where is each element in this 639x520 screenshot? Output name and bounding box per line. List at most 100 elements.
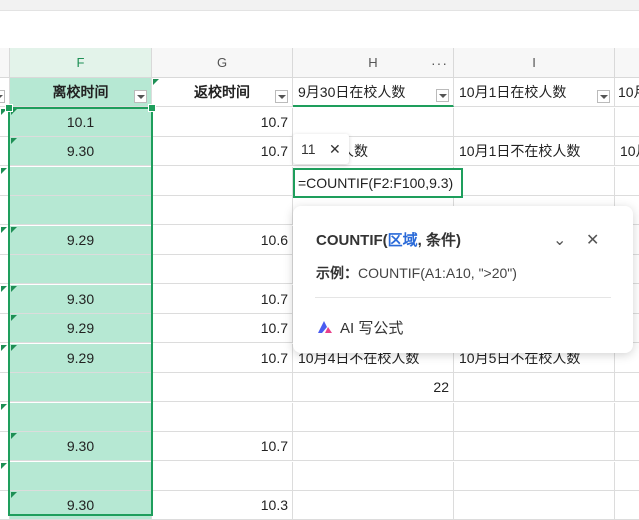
header-cell-i[interactable]: 10月1日在校人数 (454, 78, 615, 107)
cell-text: 9.29 (66, 320, 95, 336)
cell-g[interactable]: 10.7 (152, 343, 293, 373)
formula-editor[interactable]: =COUNTIF(F2:F100,9.3) (293, 168, 463, 198)
cell-g[interactable] (152, 402, 293, 432)
cell-g[interactable] (152, 255, 293, 284)
cell-text: 9.30 (66, 438, 95, 454)
example-text: COUNTIF(A1:A10, ">20") (358, 265, 517, 281)
cell-g[interactable] (152, 166, 293, 196)
comment-marker-icon (1, 344, 7, 351)
filter-dropdown-icon[interactable] (436, 89, 449, 102)
chevron-down-icon[interactable]: ⌄ (553, 230, 566, 250)
close-icon[interactable]: ✕ (586, 230, 599, 250)
cell-g[interactable]: 10.7 (152, 107, 293, 137)
cell-j[interactable] (615, 462, 639, 491)
column-header-j[interactable] (615, 48, 639, 78)
ai-formula-button[interactable]: AI 写公式 (316, 317, 403, 338)
column-header-e[interactable] (0, 48, 10, 78)
cell-f[interactable]: 10.1 (10, 107, 152, 137)
cell-i[interactable] (454, 166, 615, 196)
cell-text: 返校时间 (194, 84, 250, 100)
cell-e[interactable] (0, 402, 10, 432)
cell-f[interactable] (10, 373, 152, 402)
header-cell-h[interactable]: 9月30日在校人数 (293, 78, 454, 107)
comment-marker-icon (11, 285, 17, 292)
header-cell-j[interactable]: 10月 (615, 78, 639, 107)
cell-h[interactable]: 22 (293, 373, 454, 402)
cell-j[interactable] (615, 167, 639, 196)
cell-i[interactable]: 10月1日不在校人数 (454, 137, 615, 166)
cell-j[interactable] (615, 403, 639, 432)
cell-j[interactable]: 10月 (615, 137, 639, 166)
filter-dropdown-icon[interactable] (597, 90, 610, 103)
cell-h[interactable] (293, 107, 454, 137)
cell-f[interactable] (10, 255, 152, 284)
cell-j[interactable] (615, 108, 639, 137)
column-header-g[interactable]: G (152, 48, 293, 78)
cell-i[interactable] (454, 402, 615, 432)
cell-f[interactable] (10, 166, 152, 196)
argument-separator: , (417, 232, 427, 249)
function-name: COUNTIF( (316, 232, 388, 249)
close-icon[interactable]: ✕ (329, 134, 341, 164)
cell-e[interactable] (0, 166, 10, 196)
column-header-h[interactable]: H (293, 48, 454, 78)
cell-j[interactable] (615, 373, 639, 402)
cell-g[interactable]: 10.7 (152, 314, 293, 343)
cell-e[interactable] (0, 373, 10, 402)
cell-text: 10月 (618, 84, 639, 100)
cell-text: 10月1日不在校人数 (459, 143, 581, 159)
cell-e[interactable] (0, 255, 10, 284)
column-header-i[interactable]: I (454, 48, 615, 78)
cell-f[interactable]: 9.30 (10, 284, 152, 314)
cell-g[interactable] (152, 461, 293, 491)
ai-formula-label: AI 写公式 (340, 320, 404, 337)
filter-dropdown-icon[interactable] (275, 90, 288, 103)
cell-text: 10.7 (260, 290, 288, 307)
filter-dropdown-icon[interactable] (0, 90, 5, 103)
comment-marker-icon (11, 226, 17, 233)
cell-e[interactable] (0, 225, 10, 255)
cell-text: 9.30 (66, 497, 95, 513)
header-cell-e[interactable] (0, 78, 10, 107)
cell-g[interactable] (152, 196, 293, 225)
cell-h[interactable] (293, 402, 454, 432)
header-cell-f[interactable]: 离校时间 (10, 78, 152, 107)
cell-e[interactable] (0, 314, 10, 343)
cell-i[interactable] (454, 432, 615, 461)
cell-j[interactable] (615, 432, 639, 461)
cell-g[interactable]: 10.6 (152, 225, 293, 255)
cell-g[interactable]: 10.7 (152, 284, 293, 314)
cell-h[interactable] (293, 432, 454, 461)
cell-h[interactable] (293, 461, 454, 491)
filter-dropdown-icon[interactable] (134, 90, 147, 103)
cell-f[interactable] (10, 196, 152, 225)
cell-g[interactable] (152, 373, 293, 402)
cell-f[interactable] (10, 402, 152, 432)
cell-f[interactable]: 9.29 (10, 314, 152, 343)
more-icon[interactable]: ··· (431, 55, 448, 71)
cell-f[interactable]: 9.29 (10, 225, 152, 255)
cell-i[interactable] (454, 461, 615, 491)
header-cell-g[interactable]: 返校时间 (152, 78, 293, 107)
cell-g[interactable]: 10.7 (152, 137, 293, 166)
cell-text: 9.30 (66, 143, 95, 159)
cell-f[interactable]: 9.30 (10, 432, 152, 461)
cell-f[interactable]: 9.30 (10, 137, 152, 166)
cell-g[interactable]: 10.7 (152, 432, 293, 461)
cell-f[interactable] (10, 461, 152, 491)
selection-handle[interactable] (148, 104, 156, 112)
cell-e[interactable] (0, 284, 10, 314)
cell-i[interactable] (454, 373, 615, 402)
column-header-f[interactable]: F (10, 48, 152, 78)
cell-e[interactable] (0, 196, 10, 225)
cell-text: 22 (433, 379, 449, 395)
cell-e[interactable] (0, 137, 10, 166)
cell-e[interactable] (0, 343, 10, 373)
cell-e[interactable] (0, 432, 10, 461)
cell-e[interactable] (0, 461, 10, 491)
cell-i[interactable] (454, 107, 615, 137)
comment-marker-icon (1, 285, 7, 292)
formula-text: =COUNTIF(F2:F100,9.3) (298, 175, 454, 191)
cell-f[interactable]: 9.29 (10, 343, 152, 373)
selection-handle[interactable] (5, 104, 13, 112)
